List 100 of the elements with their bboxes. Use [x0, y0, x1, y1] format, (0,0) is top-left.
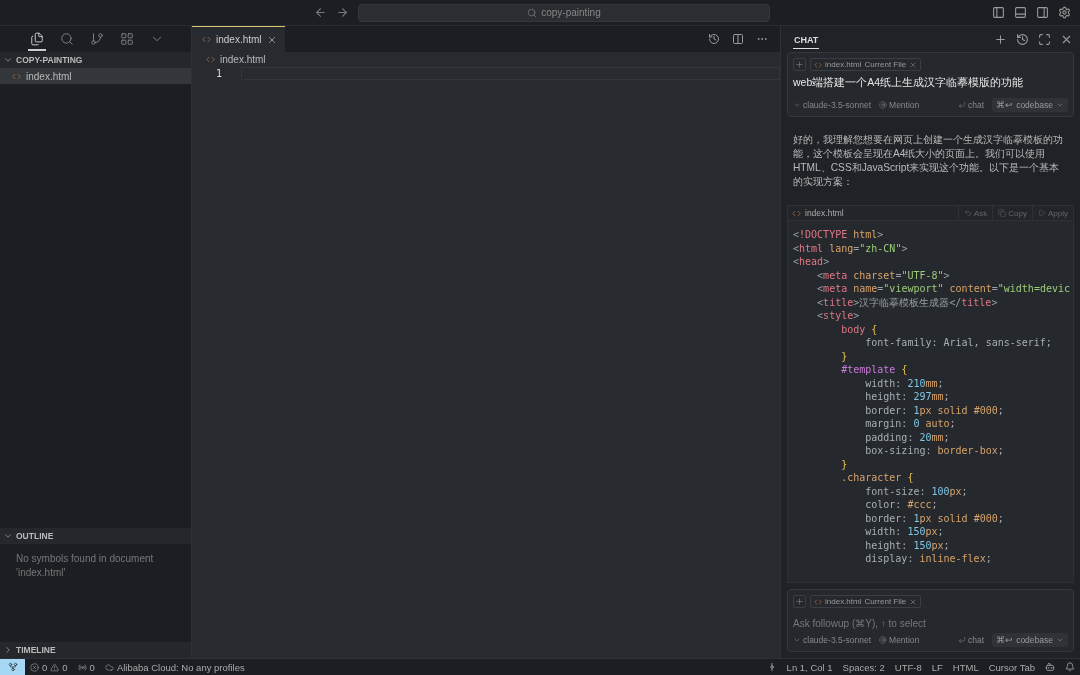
error-count: 0 [42, 661, 48, 673]
error-icon [30, 662, 39, 672]
file-chip[interactable]: index.html Current File [810, 595, 922, 608]
close-icon [909, 597, 918, 606]
timeline-header[interactable]: TIMELINE [0, 642, 191, 658]
code-line: margin: 0 auto; [864, 417, 957, 431]
history-icon[interactable] [706, 31, 722, 47]
code-icon [792, 208, 801, 218]
maximize-icon[interactable] [1036, 31, 1052, 47]
code-line: } [840, 349, 849, 363]
encoding-status[interactable]: UTF-8 [889, 661, 927, 673]
code-icon [814, 60, 822, 69]
remote-icon [7, 662, 18, 672]
history-icon[interactable] [1014, 31, 1030, 47]
ports-count: 0 [89, 661, 95, 673]
problems-status[interactable]: 0 0 [25, 661, 73, 673]
file-chip[interactable]: index.html Current File [810, 58, 922, 71]
mention-button[interactable]: Mention [879, 634, 920, 645]
codebase-button[interactable]: ⌘↩ codebase [992, 632, 1068, 647]
code-line: font-family: Arial, sans-serif; [864, 336, 1053, 350]
code-line: <style> [816, 309, 861, 323]
code-line: padding: 20mm; [864, 430, 951, 444]
panel-bottom-icon[interactable] [1012, 4, 1028, 21]
panel-right-icon[interactable] [1034, 4, 1050, 21]
remote-button[interactable] [0, 658, 25, 675]
explorer-header[interactable]: COPY-PAINTING [0, 52, 191, 68]
code-line: <head> [793, 255, 831, 269]
warning-icon [50, 662, 60, 672]
code-line: <html lang="zh-CN"> [793, 241, 909, 255]
code-line: <meta name="viewport" content="width=devic [816, 282, 1071, 296]
breadcrumb[interactable]: index.html [192, 52, 780, 66]
code-line: body { [840, 322, 879, 336]
cursor-tab-status[interactable]: Cursor Tab [983, 661, 1040, 673]
code-line: } [840, 457, 849, 471]
chevron-down-icon [3, 531, 13, 541]
model-selector[interactable]: claude-3.5-sonnet [793, 634, 872, 645]
chat-tab[interactable]: CHAT [793, 29, 820, 49]
code-line: width: 150px; [864, 525, 945, 539]
outline-header[interactable]: OUTLINE [0, 528, 191, 544]
indentation-status[interactable]: Spaces: 2 [837, 661, 890, 673]
return-icon [958, 635, 967, 644]
at-sign-icon [879, 100, 888, 109]
code-line: color: #ccc; [864, 498, 939, 512]
forward-button[interactable] [336, 5, 350, 20]
code-line: font-size: 100px; [864, 484, 969, 498]
code-icon [206, 54, 215, 64]
code-line: <title>汉字临摹模板生成器</title> [816, 295, 999, 309]
code-icon [12, 71, 21, 81]
search-icon [527, 7, 538, 18]
split-editor-icon[interactable] [730, 31, 746, 47]
code-icon [202, 35, 211, 44]
settings-icon[interactable] [1056, 4, 1072, 21]
code-line: #template { [840, 363, 909, 377]
followup-box[interactable]: index.html Current File Ask followup (⌘Y), ↑ to select claude-3.5-sonnet Mention chat ⌘↩ codebase [787, 589, 1074, 652]
antenna-icon [77, 662, 87, 672]
code-line: display: inline-flex; [864, 552, 993, 566]
language-status[interactable]: HTML [947, 661, 984, 673]
ask-icon [963, 209, 972, 217]
chat-button[interactable]: chat [958, 634, 985, 645]
code-line: box-sizing: border-box; [864, 444, 1005, 458]
code-line: width: 210mm; [864, 376, 945, 390]
codebase-button[interactable]: ⌘↩ codebase [992, 97, 1068, 112]
close-icon [266, 34, 277, 45]
assistant-reply: 好的，我理解您想要在网页上创建一个生成汉字临摹模板的功能，这个模板会呈现在A4纸大小的页面上。我们可以使用HTML、CSS和JavaScript来实现这个功能。以下是一个基本的实现方案： [792, 133, 1064, 189]
prompt-text: web端搭建一个A4纸上生成汉字临摹模版的功能 [793, 76, 1025, 90]
plus-icon [795, 597, 804, 606]
code-line: border: 1px solid #000; [864, 403, 1005, 417]
code-block-filename: index.html [805, 208, 844, 218]
line-number: 1 [214, 67, 222, 79]
cursor-position[interactable]: Ln 1, Col 1 [781, 661, 838, 673]
file-item[interactable]: index.html [0, 68, 191, 84]
outline-message: No symbols found in document 'index.html' [16, 553, 154, 578]
panel-left-icon[interactable] [990, 4, 1006, 21]
code-line: <meta charset="UTF-8"> [816, 268, 951, 282]
chevron-right-icon [3, 645, 13, 655]
eol-status[interactable]: LF [926, 661, 948, 673]
back-button[interactable] [314, 5, 328, 20]
command-search-field[interactable]: copy-painting [358, 3, 770, 22]
code-line: .character { [840, 471, 915, 485]
code-line: height: 150px; [864, 538, 951, 552]
code-icon [814, 597, 822, 606]
chat-input-box[interactable]: index.html Current File web端搭建一个A4纸上生成汉字临摹模版的功能 claude-3.5-sonnet Mention chat ⌘↩ codebase [787, 52, 1074, 117]
code-line: border: 1px solid #000; [864, 511, 1005, 525]
cloud-icon [104, 662, 114, 672]
return-icon [958, 100, 967, 109]
ports-status[interactable]: 0 [72, 661, 100, 673]
apply-icon [1038, 209, 1046, 217]
warning-count: 0 [62, 661, 68, 673]
chat-button[interactable]: chat [958, 99, 985, 110]
model-selector[interactable]: claude-3.5-sonnet [793, 99, 872, 110]
code-line: <!DOCTYPE html> [793, 228, 885, 242]
mention-button[interactable]: Mention [879, 99, 920, 110]
editor-tab[interactable]: index.html [192, 26, 285, 52]
close-icon [909, 60, 918, 69]
at-sign-icon [879, 635, 888, 644]
plus-icon [795, 60, 804, 69]
code-line: height: 297mm; [864, 390, 951, 404]
followup-placeholder[interactable]: Ask followup (⌘Y), ↑ to select [793, 612, 1068, 628]
copy-icon [998, 209, 1007, 217]
chevron-down-icon [3, 55, 13, 65]
